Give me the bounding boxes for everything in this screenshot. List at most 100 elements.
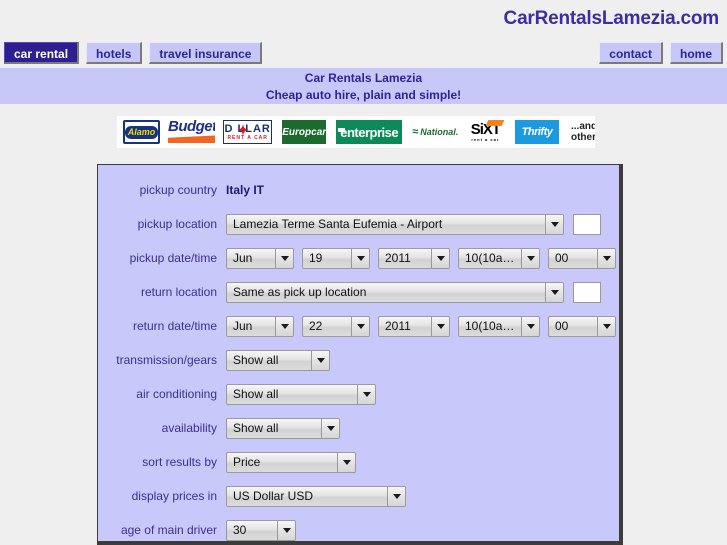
- chevron-down-icon: [277, 520, 295, 540]
- label-display-prices: display prices in: [131, 489, 217, 503]
- label-transmission: transmission/gears: [116, 353, 217, 367]
- chevron-down-icon: [387, 486, 405, 506]
- select-driver-age[interactable]: 30: [226, 519, 296, 541]
- select-return-year-value: 2011: [385, 318, 411, 333]
- select-pickup-hour-value: 10(10am):: [465, 250, 520, 265]
- label-sort-results: sort results by: [142, 455, 217, 469]
- select-transmission-value: Show all: [233, 352, 279, 367]
- europcar-logo-label: Europcar: [282, 126, 327, 138]
- select-transmission[interactable]: Show all: [226, 349, 330, 371]
- nav-tab-travel-insurance[interactable]: travel insurance: [149, 42, 263, 64]
- brand-logo-strip: Alamo Budget ✦ D LLAR RENT A CAR Europca…: [117, 116, 595, 148]
- row-display-prices: display prices in US Dollar USD: [98, 479, 619, 513]
- nav-right-group: contact home: [599, 42, 723, 64]
- select-pickup-month-value: Jun: [233, 250, 253, 265]
- chevron-down-icon: [357, 384, 375, 404]
- enterprise-logo-label: enterprise: [340, 124, 399, 140]
- chevron-down-icon: [545, 282, 563, 302]
- select-return-location[interactable]: Same as pick up location: [226, 281, 564, 303]
- select-air-conditioning-value: Show all: [233, 386, 279, 401]
- select-pickup-minute-value: 00: [555, 250, 569, 265]
- national-logo-wave-icon: ≈: [412, 126, 419, 138]
- row-pickup-country: pickup country Italy IT: [98, 173, 619, 207]
- select-pickup-location[interactable]: Lamezia Terme Santa Eufemia - Airport: [226, 213, 564, 235]
- banner-tagline: Cheap auto hire, plain and simple!: [265, 88, 462, 102]
- chevron-down-icon: [521, 316, 539, 336]
- page-root: CarRentalsLamezia.com car rental hotels …: [0, 0, 727, 545]
- chevron-down-icon: [597, 248, 615, 268]
- input-pickup-location-code[interactable]: [573, 213, 601, 235]
- nav-tab-car-rental[interactable]: car rental: [4, 42, 80, 64]
- select-return-month[interactable]: Jun: [226, 315, 294, 337]
- row-return-location: return location Same as pick up location: [98, 275, 619, 309]
- select-display-prices[interactable]: US Dollar USD: [226, 485, 406, 507]
- and-others-line1: ...and: [570, 121, 595, 132]
- row-transmission: transmission/gears Show all: [98, 343, 619, 377]
- label-pickup-country: pickup country: [139, 183, 217, 197]
- row-sort-results: sort results by Price: [98, 445, 619, 479]
- nav-tab-contact[interactable]: contact: [599, 42, 663, 64]
- nav-tab-home[interactable]: home: [669, 42, 723, 64]
- nav-left-group: car rental hotels travel insurance: [4, 42, 263, 64]
- label-pickup-location: pickup location: [137, 217, 217, 231]
- sixt-logo: SiXT rent a car: [466, 120, 505, 144]
- select-pickup-month[interactable]: Jun: [226, 247, 294, 269]
- label-pickup-datetime: pickup date/time: [129, 251, 217, 265]
- select-air-conditioning[interactable]: Show all: [226, 383, 376, 405]
- select-return-minute-value: 00: [555, 318, 569, 333]
- site-title: CarRentalsLamezia.com: [503, 8, 720, 29]
- chevron-down-icon: [351, 248, 369, 268]
- budget-logo-swoosh: [167, 135, 216, 143]
- chevron-down-icon: [431, 248, 449, 268]
- chevron-down-icon: [521, 248, 539, 268]
- row-availability: availability Show all: [98, 411, 619, 445]
- select-display-prices-value: US Dollar USD: [233, 488, 314, 503]
- select-pickup-year[interactable]: 2011: [378, 247, 450, 269]
- value-pickup-country: Italy IT: [226, 183, 265, 197]
- thrifty-logo: Thrifty: [515, 120, 559, 144]
- row-return-datetime: return date/time Jun 22 2011 10(10am): 0…: [98, 309, 619, 343]
- and-others-line2: others: [570, 132, 595, 143]
- select-pickup-minute[interactable]: 00: [548, 247, 616, 269]
- label-air-conditioning: air conditioning: [136, 387, 217, 401]
- label-driver-age: age of main driver: [120, 523, 217, 537]
- select-return-day-value: 22: [309, 318, 323, 333]
- chevron-down-icon: [275, 316, 293, 336]
- select-sort-results[interactable]: Price: [226, 451, 356, 473]
- banner-title: Car Rentals Lamezia: [304, 71, 423, 85]
- site-banner: Car Rentals Lamezia Cheap auto hire, pla…: [0, 68, 727, 104]
- label-return-location: return location: [140, 285, 217, 299]
- row-pickup-location: pickup location Lamezia Terme Santa Eufe…: [98, 207, 619, 241]
- select-availability[interactable]: Show all: [226, 417, 340, 439]
- row-pickup-datetime: pickup date/time Jun 19 2011 10(10am): 0…: [98, 241, 619, 275]
- chevron-down-icon: [545, 214, 563, 234]
- row-driver-age: age of main driver 30: [98, 513, 619, 545]
- dollar-logo: ✦ D LLAR RENT A CAR: [223, 120, 273, 144]
- select-sort-results-value: Price: [233, 454, 261, 469]
- select-return-minute[interactable]: 00: [548, 315, 616, 337]
- chevron-down-icon: [275, 248, 293, 268]
- chevron-down-icon: [431, 316, 449, 336]
- europcar-logo: Europcar: [282, 120, 327, 144]
- select-pickup-day[interactable]: 19: [302, 247, 370, 269]
- select-return-day[interactable]: 22: [302, 315, 370, 337]
- thrifty-logo-label: Thrifty: [521, 126, 553, 138]
- nav-tab-hotels[interactable]: hotels: [86, 42, 143, 64]
- sixt-logo-sublabel: rent a car: [471, 136, 500, 142]
- select-return-hour[interactable]: 10(10am):: [458, 315, 540, 337]
- dollar-logo-star-icon: ✦: [237, 122, 249, 138]
- national-logo-label: National.: [420, 127, 458, 137]
- select-return-month-value: Jun: [233, 318, 253, 333]
- chevron-down-icon: [311, 350, 329, 370]
- label-return-datetime: return date/time: [132, 319, 217, 333]
- alamo-logo-label: Alamo: [124, 125, 158, 139]
- input-return-location-code[interactable]: [573, 281, 601, 303]
- sixt-logo-swoosh: [485, 120, 505, 126]
- select-return-year[interactable]: 2011: [378, 315, 450, 337]
- alamo-logo: Alamo: [123, 120, 160, 144]
- main-navigation: car rental hotels travel insurance conta…: [0, 42, 727, 68]
- car-rental-search-form: pickup country Italy IT pickup location …: [97, 164, 623, 545]
- select-pickup-hour[interactable]: 10(10am):: [458, 247, 540, 269]
- enterprise-logo: enterprise: [336, 120, 403, 144]
- row-air-conditioning: air conditioning Show all: [98, 377, 619, 411]
